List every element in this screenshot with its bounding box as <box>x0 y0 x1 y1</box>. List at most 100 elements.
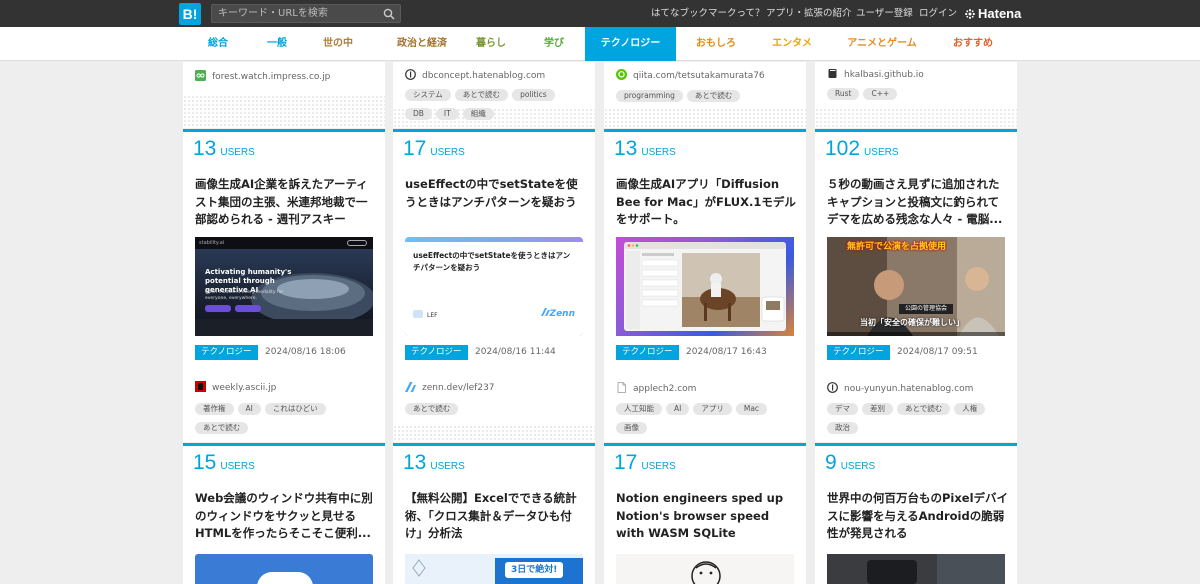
hatena-link[interactable]: Hatena <box>965 0 1021 27</box>
category-badge[interactable]: テクノロジー <box>827 345 890 360</box>
signup-link[interactable]: ユーザー登録 <box>856 0 913 27</box>
bookmark-users[interactable]: 17 USERS <box>403 137 465 161</box>
entry-thumbnail[interactable] <box>827 554 1005 584</box>
cat-life[interactable]: 暮らし <box>458 27 524 61</box>
entry-card: 13 USERS 【無料公開】Excelでできる統計術、「クロス集計＆データひも付… <box>393 443 595 584</box>
entry-title[interactable]: 世界中の何百万台ものPixelデバイスに影響を与えるAndroidの脆弱性が発見… <box>827 490 1009 543</box>
zenn-author: LEF <box>413 310 438 319</box>
tag-list: 著作権 AI これはひどいあとで読む <box>195 403 375 441</box>
tag[interactable]: Mac <box>735 403 768 415</box>
zenn-logo: Zenn <box>540 308 575 319</box>
entry-domain[interactable]: dbconcept.hatenablog.com <box>405 69 545 81</box>
zenn-card: useEffectの中でsetStateを使うときはアンチパターンを疑おう LE… <box>405 242 583 336</box>
tag[interactable]: IT <box>435 108 459 120</box>
entry-card: 17 USERS Notion engineers sped up Notion'… <box>604 443 806 584</box>
entry-thumbnail[interactable] <box>195 554 373 584</box>
tag[interactable]: 組織 <box>462 108 494 120</box>
tag[interactable]: 差別 <box>862 403 893 415</box>
tag[interactable]: AI <box>666 403 690 415</box>
tag-list: Rust C++ <box>827 88 1007 107</box>
entry-domain[interactable]: weekly.ascii.jp <box>195 381 276 393</box>
entry-title[interactable]: Notion engineers sped up Notion's browse… <box>616 490 798 543</box>
tag[interactable]: あとで読む <box>195 422 249 434</box>
entry-domain[interactable]: zenn.dev/lef237 <box>405 381 495 393</box>
entry-thumbnail[interactable] <box>616 237 794 336</box>
entry-title[interactable]: ５秒の動画さえ見ずに追加されたキャプションと投稿文に釣られてデマを広める残念な人… <box>827 176 1009 229</box>
entry-thumbnail[interactable] <box>616 554 794 584</box>
tag[interactable]: AI <box>237 403 261 415</box>
bookmark-users[interactable]: 13 USERS <box>614 137 676 161</box>
zenn-card-title: useEffectの中でsetStateを使うときはアンチパターンを疑おう <box>413 251 571 272</box>
tag[interactable]: あとで読む <box>897 403 951 415</box>
tag[interactable]: 政治 <box>827 422 858 434</box>
tag[interactable]: あとで読む <box>405 403 459 415</box>
card-top-border <box>815 129 1017 132</box>
tag-list: 人工知能 AI アプリ Mac 画像 <box>616 403 796 441</box>
tag-list: programming あとで読む <box>616 90 796 109</box>
search-icon[interactable] <box>383 8 395 20</box>
tag-list: あとで読む <box>405 403 585 422</box>
entry-domain[interactable]: qiita.com/tetsutakamurata76 <box>616 69 765 81</box>
cat-economics[interactable]: 政治と経済 <box>380 27 464 61</box>
tag[interactable]: programming <box>616 90 683 102</box>
qiita-icon <box>616 69 627 80</box>
entry-thumbnail[interactable]: useEffectの中でsetStateを使うときはアンチパターンを疑おう LE… <box>405 237 583 336</box>
category-badge[interactable]: テクノロジー <box>616 345 679 360</box>
hatebu-logo[interactable]: B! <box>179 3 201 25</box>
bookmark-users[interactable]: 17 USERS <box>614 451 676 475</box>
tag[interactable]: politics <box>512 89 555 101</box>
tag[interactable]: デマ <box>827 403 858 415</box>
entry-thumbnail[interactable]: 無許可で公演を占拠使用 公園の管理協会 当初「安全の確保が難しい」 <box>827 237 1005 336</box>
tag-list: システム あとで読む politics DB IT 組織 <box>405 89 585 127</box>
tag[interactable]: 画像 <box>616 422 647 434</box>
tag[interactable]: システム <box>405 89 451 101</box>
entry-title[interactable]: 画像生成AIアプリ「Diffusion Bee for Mac」がFLUX.1モ… <box>616 176 798 229</box>
entry-domain[interactable]: applech2.com <box>616 382 696 394</box>
cat-entertainment[interactable]: エンタメ <box>759 27 825 61</box>
cat-general[interactable]: 一般 <box>244 27 310 61</box>
login-link[interactable]: ログイン <box>919 0 957 27</box>
bookmark-users[interactable]: 13 USERS <box>193 137 255 161</box>
apps-link[interactable]: アプリ・拡張の紹介 <box>766 0 852 27</box>
cat-recommend[interactable]: おすすめ <box>940 27 1006 61</box>
tag-list: デマ 差別 あとで読む 人権政治 <box>827 403 1007 441</box>
video-caption-top: 無許可で公演を占拠使用 <box>847 242 947 252</box>
category-badge[interactable]: テクノロジー <box>405 345 468 360</box>
entry-thumbnail[interactable]: stability.ai Activating humanity's poten… <box>195 237 373 336</box>
entry-title[interactable]: useEffectの中でsetStateを使うときはアンチパターンを疑おう <box>405 176 587 211</box>
bookmark-users[interactable]: 102 USERS <box>825 137 899 161</box>
entry-card: 13 USERS 画像生成AIアプリ「Diffusion Bee for Mac」… <box>604 129 806 442</box>
tag[interactable]: あとで読む <box>686 90 741 102</box>
entry-thumbnail[interactable]: 3日で絶対! <box>405 554 583 584</box>
entry-card: 17 USERS useEffectの中でsetStateを使うときはアンチパター… <box>393 129 595 442</box>
entry-domain[interactable]: nou-yunyun.hatenablog.com <box>827 382 973 394</box>
bookmark-users[interactable]: 13 USERS <box>403 451 465 475</box>
entry-domain[interactable]: forest.watch.impress.co.jp <box>195 70 330 82</box>
tag[interactable]: これはひどい <box>264 403 326 415</box>
cat-it[interactable]: テクノロジー <box>585 27 676 61</box>
tag[interactable]: Rust <box>827 88 860 100</box>
about-link[interactable]: はてなブックマークって？ <box>651 0 765 27</box>
bookmark-users[interactable]: 15 USERS <box>193 451 255 475</box>
cat-game[interactable]: アニメとゲーム <box>838 27 926 61</box>
card-top-border <box>393 129 595 132</box>
cat-social[interactable]: 世の中 <box>305 27 371 61</box>
tag[interactable]: あとで読む <box>454 89 509 101</box>
tag[interactable]: 人権 <box>954 403 986 415</box>
tag[interactable]: DB <box>405 108 432 120</box>
cat-fun[interactable]: おもしろ <box>683 27 749 61</box>
entry-domain[interactable]: hkalbasi.github.io <box>827 68 924 80</box>
tag[interactable]: 人工知能 <box>616 403 662 415</box>
cat-knowledge[interactable]: 学び <box>522 27 586 61</box>
entry-title[interactable]: Web会議のウィンドウ共有中に別のウィンドウをサクッと見せるHTMLを作ったらそ… <box>195 490 377 543</box>
entry-title[interactable]: 画像生成AI企業を訴えたアーティスト集団の主張、米連邦地裁で一部認められる - … <box>195 176 377 229</box>
bookmark-users[interactable]: 9 USERS <box>825 451 875 475</box>
tag[interactable]: C++ <box>863 88 898 100</box>
category-badge[interactable]: テクノロジー <box>195 345 258 360</box>
entry-title[interactable]: 【無料公開】Excelでできる統計術、「クロス集計＆データひも付け」分析法 <box>405 490 587 543</box>
tag[interactable]: アプリ <box>693 403 732 415</box>
search-input[interactable] <box>218 6 378 21</box>
cat-all[interactable]: 総合 <box>185 27 251 61</box>
thumb-button <box>235 305 261 312</box>
tag[interactable]: 著作権 <box>195 403 234 415</box>
